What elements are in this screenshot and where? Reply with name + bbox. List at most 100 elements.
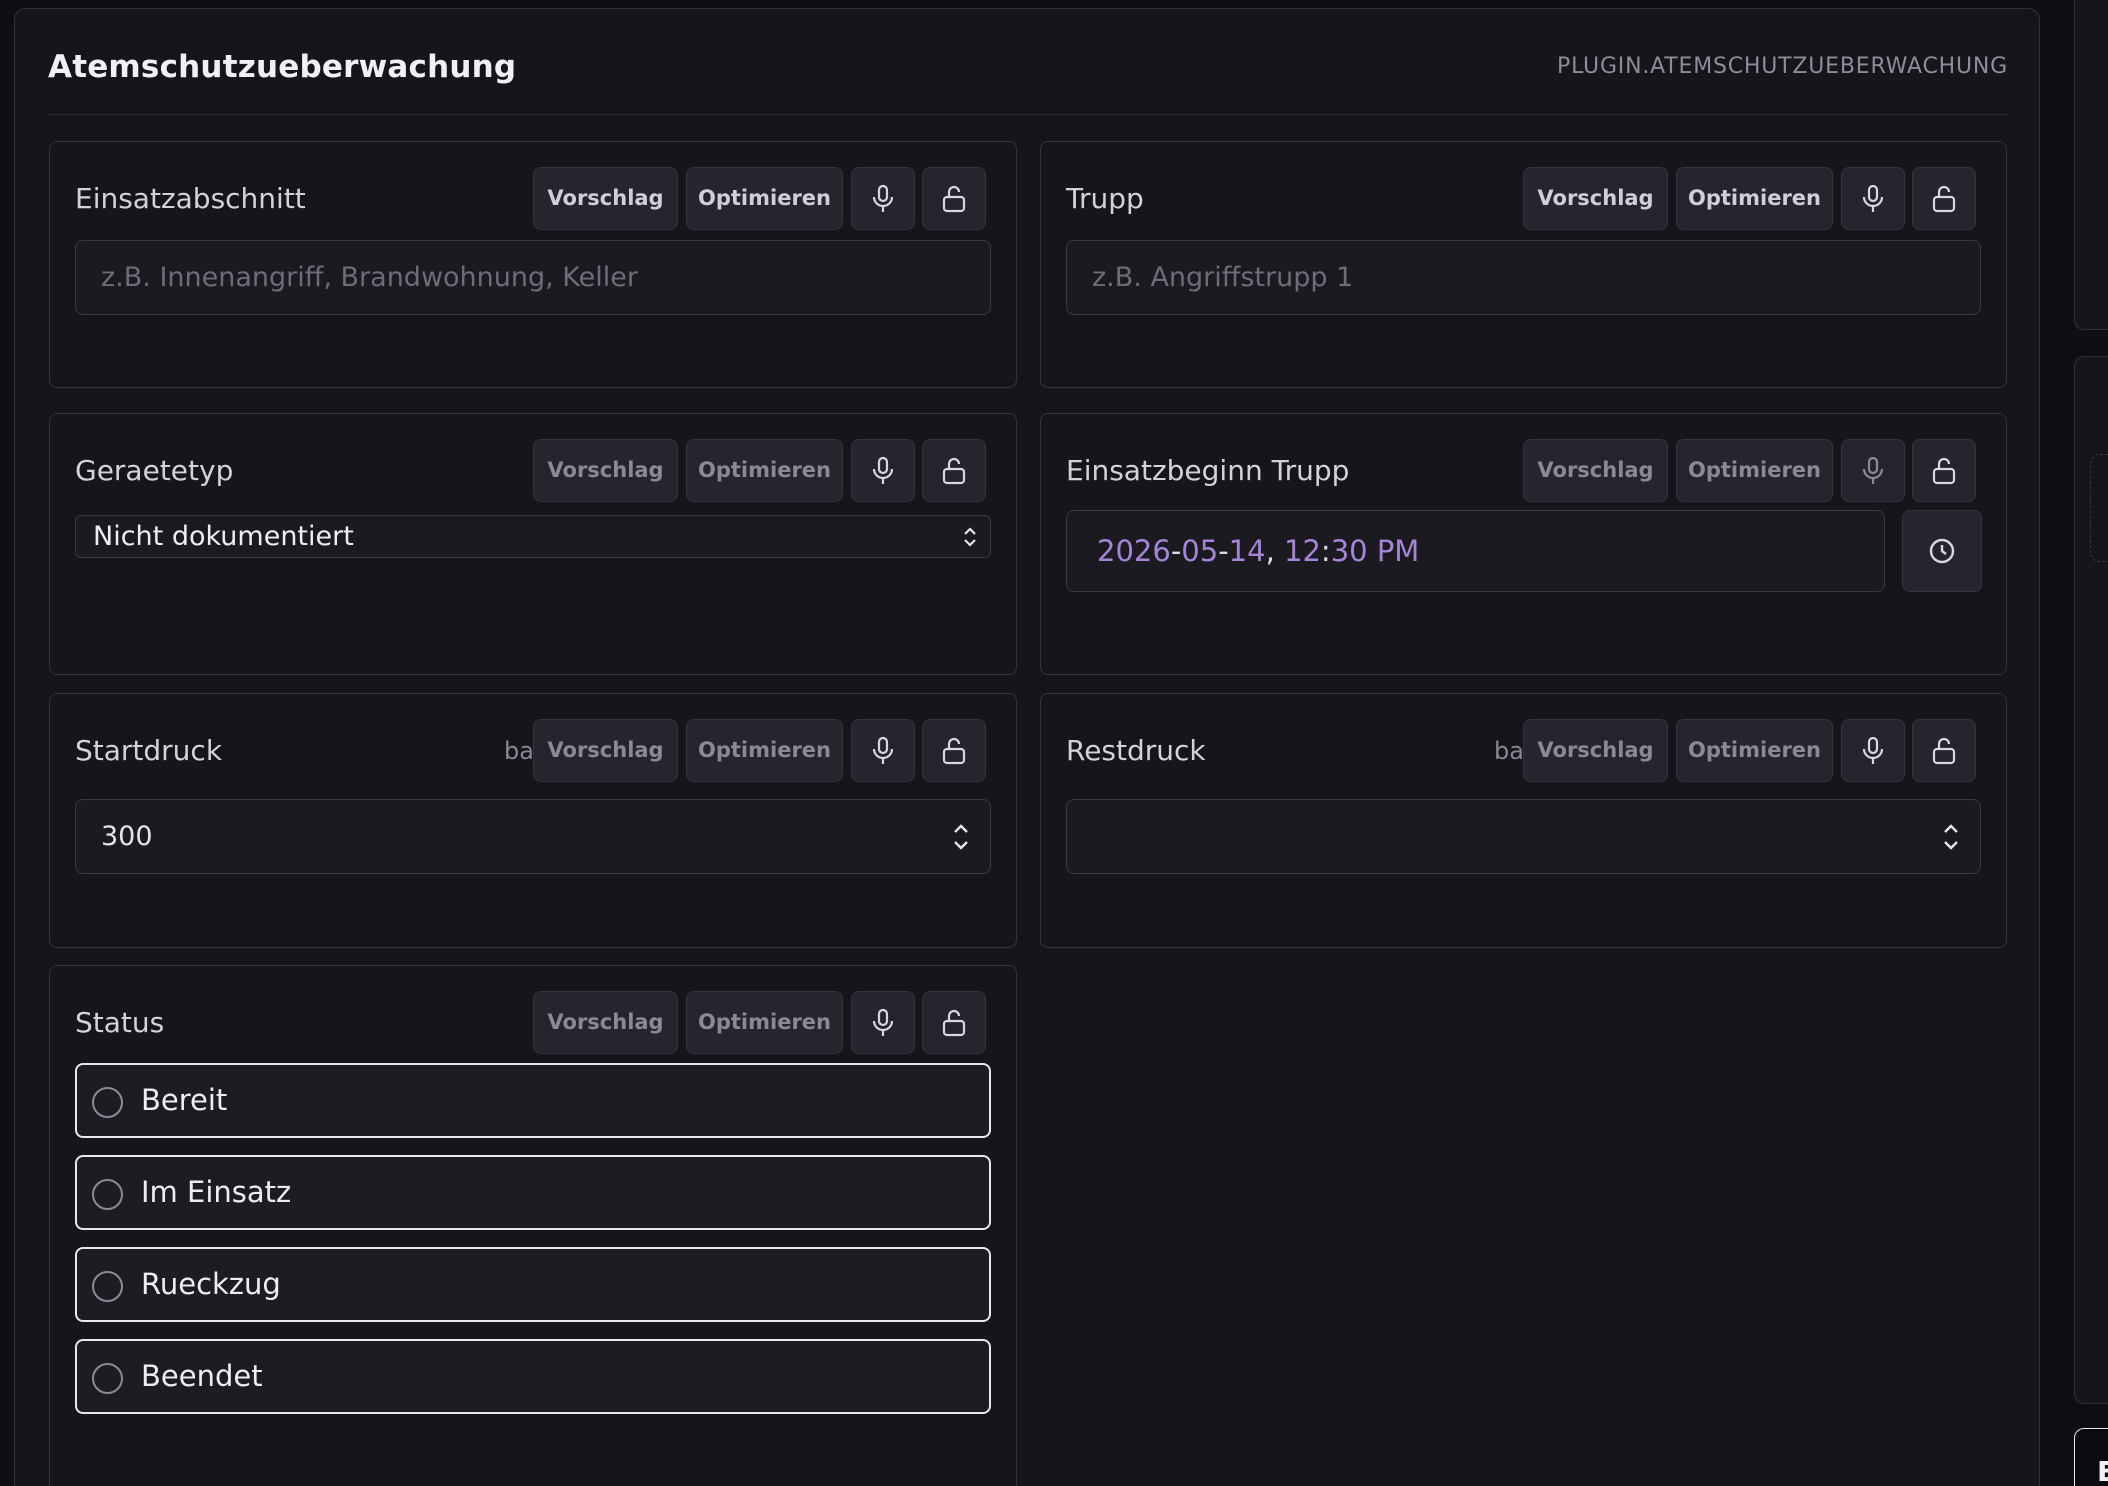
radio-label: Bereit [141,1083,228,1117]
time-picker-button[interactable] [1902,510,1982,592]
startdruck-value: 300 [101,821,153,852]
unlock-icon [942,457,966,484]
unlock-icon [1932,457,1956,484]
date-year[interactable]: 2026 [1097,534,1171,568]
status-option-im-einsatz[interactable]: Im Einsatz [75,1155,991,1230]
einsatzabschnitt-input[interactable]: z.B. Innenangriff, Brandwohnung, Keller [75,240,991,315]
dictate-button[interactable] [851,991,915,1054]
lock-toggle-button[interactable] [922,439,986,502]
chevron-up-down-icon [964,526,976,547]
suggest-button[interactable]: Vorschlag [533,719,678,782]
trupp-input[interactable]: z.B. Angriffstrupp 1 [1066,240,1981,315]
field-card-einsatzbeginn: Einsatzbeginn Trupp Vorschlag Optimieren… [1040,413,2007,675]
status-option-bereit[interactable]: Bereit [75,1063,991,1138]
date-separator: - [1170,534,1182,568]
microphone-icon [1862,736,1884,764]
radio-button[interactable] [92,1271,123,1302]
side-action-button[interactable]: E [2074,1428,2108,1486]
dictate-button[interactable] [1841,439,1905,502]
optimize-button[interactable]: Optimieren [1676,719,1833,782]
panel-title: Atemschutzueberwachung [48,49,517,85]
microphone-icon [872,456,894,484]
plugin-panel: Atemschutzueberwachung PLUGIN.ATEMSCHUTZ… [14,8,2040,1486]
optimize-button[interactable]: Optimieren [1676,439,1833,502]
date-separator: , [1265,534,1275,568]
unlock-icon [1932,185,1956,212]
dictate-button[interactable] [1841,167,1905,230]
einsatzbeginn-datetime-input[interactable]: 2026-05-14, 12:30 PM [1066,510,1885,592]
lock-toggle-button[interactable] [1912,439,1976,502]
microphone-icon [872,184,894,212]
unlock-icon [942,185,966,212]
time-ampm[interactable]: PM [1377,534,1420,568]
suggest-button[interactable]: Vorschlag [533,991,678,1054]
status-option-rueckzug[interactable]: Rueckzug [75,1247,991,1322]
microphone-icon [872,1008,894,1036]
side-dropzone[interactable] [2090,454,2108,562]
suggest-button[interactable]: Vorschlag [1523,719,1668,782]
field-label: Geraetetyp [75,454,234,487]
chevron-up-down-icon[interactable] [1942,821,1960,853]
suggest-button[interactable]: Vorschlag [533,439,678,502]
unlock-icon [942,1009,966,1036]
panel-header: Atemschutzueberwachung PLUGIN.ATEMSCHUTZ… [48,9,2008,115]
radio-label: Beendet [141,1359,263,1393]
geraetetyp-select[interactable]: Nicht dokumentiert [75,515,991,558]
suggest-button[interactable]: Vorschlag [533,167,678,230]
time-minute[interactable]: 30 [1331,534,1368,568]
field-label: Restdruck [1066,734,1206,767]
clock-icon [1929,538,1955,564]
optimize-button[interactable]: Optimieren [686,719,843,782]
optimize-button[interactable]: Optimieren [686,167,843,230]
dictate-button[interactable] [1841,719,1905,782]
radio-button[interactable] [92,1363,123,1394]
restdruck-number-input[interactable] [1066,799,1981,874]
startdruck-number-input[interactable]: 300 [75,799,991,874]
field-label: Startdruck [75,734,223,767]
suggest-button[interactable]: Vorschlag [1523,439,1668,502]
unlock-icon [1932,737,1956,764]
lock-toggle-button[interactable] [1912,719,1976,782]
app-root: Atemschutzueberwachung PLUGIN.ATEMSCHUTZ… [0,0,2108,1486]
field-label: Einsatzbeginn Trupp [1066,454,1350,487]
dictate-button[interactable] [851,719,915,782]
field-card-geraetetyp: Geraetetyp Vorschlag Optimieren Nicht do… [49,413,1017,675]
trupp-placeholder: z.B. Angriffstrupp 1 [1092,262,1354,293]
radio-button[interactable] [92,1179,123,1210]
microphone-icon [872,736,894,764]
side-panel-top [2074,0,2108,330]
chevron-up-down-icon[interactable] [952,821,970,853]
einsatzabschnitt-placeholder: z.B. Innenangriff, Brandwohnung, Keller [101,262,638,293]
status-option-beendet[interactable]: Beendet [75,1339,991,1414]
optimize-button[interactable]: Optimieren [686,991,843,1054]
lock-toggle-button[interactable] [1912,167,1976,230]
field-card-einsatzabschnitt: Einsatzabschnitt Vorschlag Optimieren z.… [49,141,1017,388]
dictate-button[interactable] [851,167,915,230]
time-separator: : [1320,534,1331,568]
field-label: Status [75,1006,165,1039]
optimize-button[interactable]: Optimieren [686,439,843,502]
plugin-id: PLUGIN.ATEMSCHUTZUEBERWACHUNG [1557,54,2008,79]
time-hour[interactable]: 12 [1284,534,1321,568]
optimize-button[interactable]: Optimieren [1676,167,1833,230]
microphone-icon [1862,184,1884,212]
field-card-trupp: Trupp Vorschlag Optimieren z.B. Angriffs… [1040,141,2007,388]
date-month[interactable]: 05 [1181,534,1218,568]
unlock-icon [942,737,966,764]
field-card-restdruck: Restdruck bar Vorschlag Optimieren [1040,693,2007,948]
geraetetyp-selected: Nicht dokumentiert [93,521,354,552]
field-card-status: Status Vorschlag Optimieren Bereit Im Ei… [49,965,1017,1486]
lock-toggle-button[interactable] [922,719,986,782]
field-card-startdruck: Startdruck bar Vorschlag Optimieren 300 [49,693,1017,948]
lock-toggle-button[interactable] [922,167,986,230]
lock-toggle-button[interactable] [922,991,986,1054]
field-label: Einsatzabschnitt [75,182,306,215]
date-day[interactable]: 14 [1229,534,1266,568]
radio-label: Im Einsatz [141,1175,292,1209]
radio-label: Rueckzug [141,1267,281,1301]
field-label: Trupp [1066,182,1144,215]
suggest-button[interactable]: Vorschlag [1523,167,1668,230]
radio-button[interactable] [92,1087,123,1118]
microphone-icon [1862,456,1884,484]
dictate-button[interactable] [851,439,915,502]
